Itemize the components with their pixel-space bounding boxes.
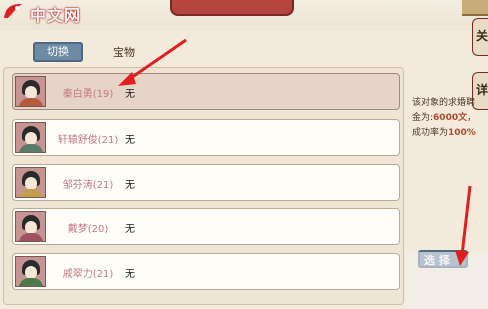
list-item[interactable]: 邹芬涛(21) 无 (12, 164, 400, 201)
avatar (15, 211, 46, 242)
candidate-name: 轩辕舒俊(21) (57, 135, 119, 146)
candidate-list: 秦白勇(19) 无 轩辕舒俊(21) 无 邹芬涛(21) 无 戴梦(20) 无 … (3, 67, 404, 305)
treasure-column-header: 宝物 (113, 46, 135, 59)
avatar (15, 76, 46, 107)
candidate-treasure: 无 (125, 269, 135, 280)
betrothal-gift-value: 6000文 (433, 113, 468, 123)
avatar (15, 122, 46, 153)
app-logo-icon (4, 4, 22, 18)
avatar (15, 256, 46, 287)
info-line: 成功率为100% (412, 128, 476, 138)
title-banner (170, 0, 294, 16)
list-item[interactable]: 戴梦(20) 无 (12, 208, 400, 245)
top-bar: 中文网 (0, 0, 488, 30)
candidate-treasure: 无 (125, 180, 135, 191)
candidate-name: 邹芬涛(21) (62, 180, 114, 191)
success-rate-value: 100% (448, 128, 476, 138)
info-line: 金为:6000文， (412, 113, 477, 123)
candidate-treasure: 无 (125, 224, 135, 235)
candidate-name: 戴梦(20) (67, 224, 109, 235)
candidate-treasure: 无 (125, 89, 135, 100)
side-tab-label: 关 (476, 29, 488, 43)
site-name: 中文网 (30, 6, 82, 25)
proposal-info: 该对象的求婚聘 金为:6000文， 成功率为100% (412, 96, 484, 141)
candidate-name: 秦白勇(19) (62, 89, 114, 100)
info-line: 该对象的求婚聘 (412, 98, 476, 108)
list-item[interactable]: 秦白勇(19) 无 (12, 73, 400, 110)
watermark-overlay (405, 252, 488, 309)
avatar (15, 167, 46, 198)
side-tab-close[interactable]: 关 (472, 18, 488, 56)
list-item[interactable]: 戚翠力(21) 无 (12, 253, 400, 290)
candidate-name: 戚翠力(21) (62, 269, 114, 280)
switch-button[interactable]: 切换 (33, 42, 83, 62)
corner-ornament (462, 0, 488, 16)
candidate-treasure: 无 (125, 135, 135, 146)
list-item[interactable]: 轩辕舒俊(21) 无 (12, 119, 400, 156)
